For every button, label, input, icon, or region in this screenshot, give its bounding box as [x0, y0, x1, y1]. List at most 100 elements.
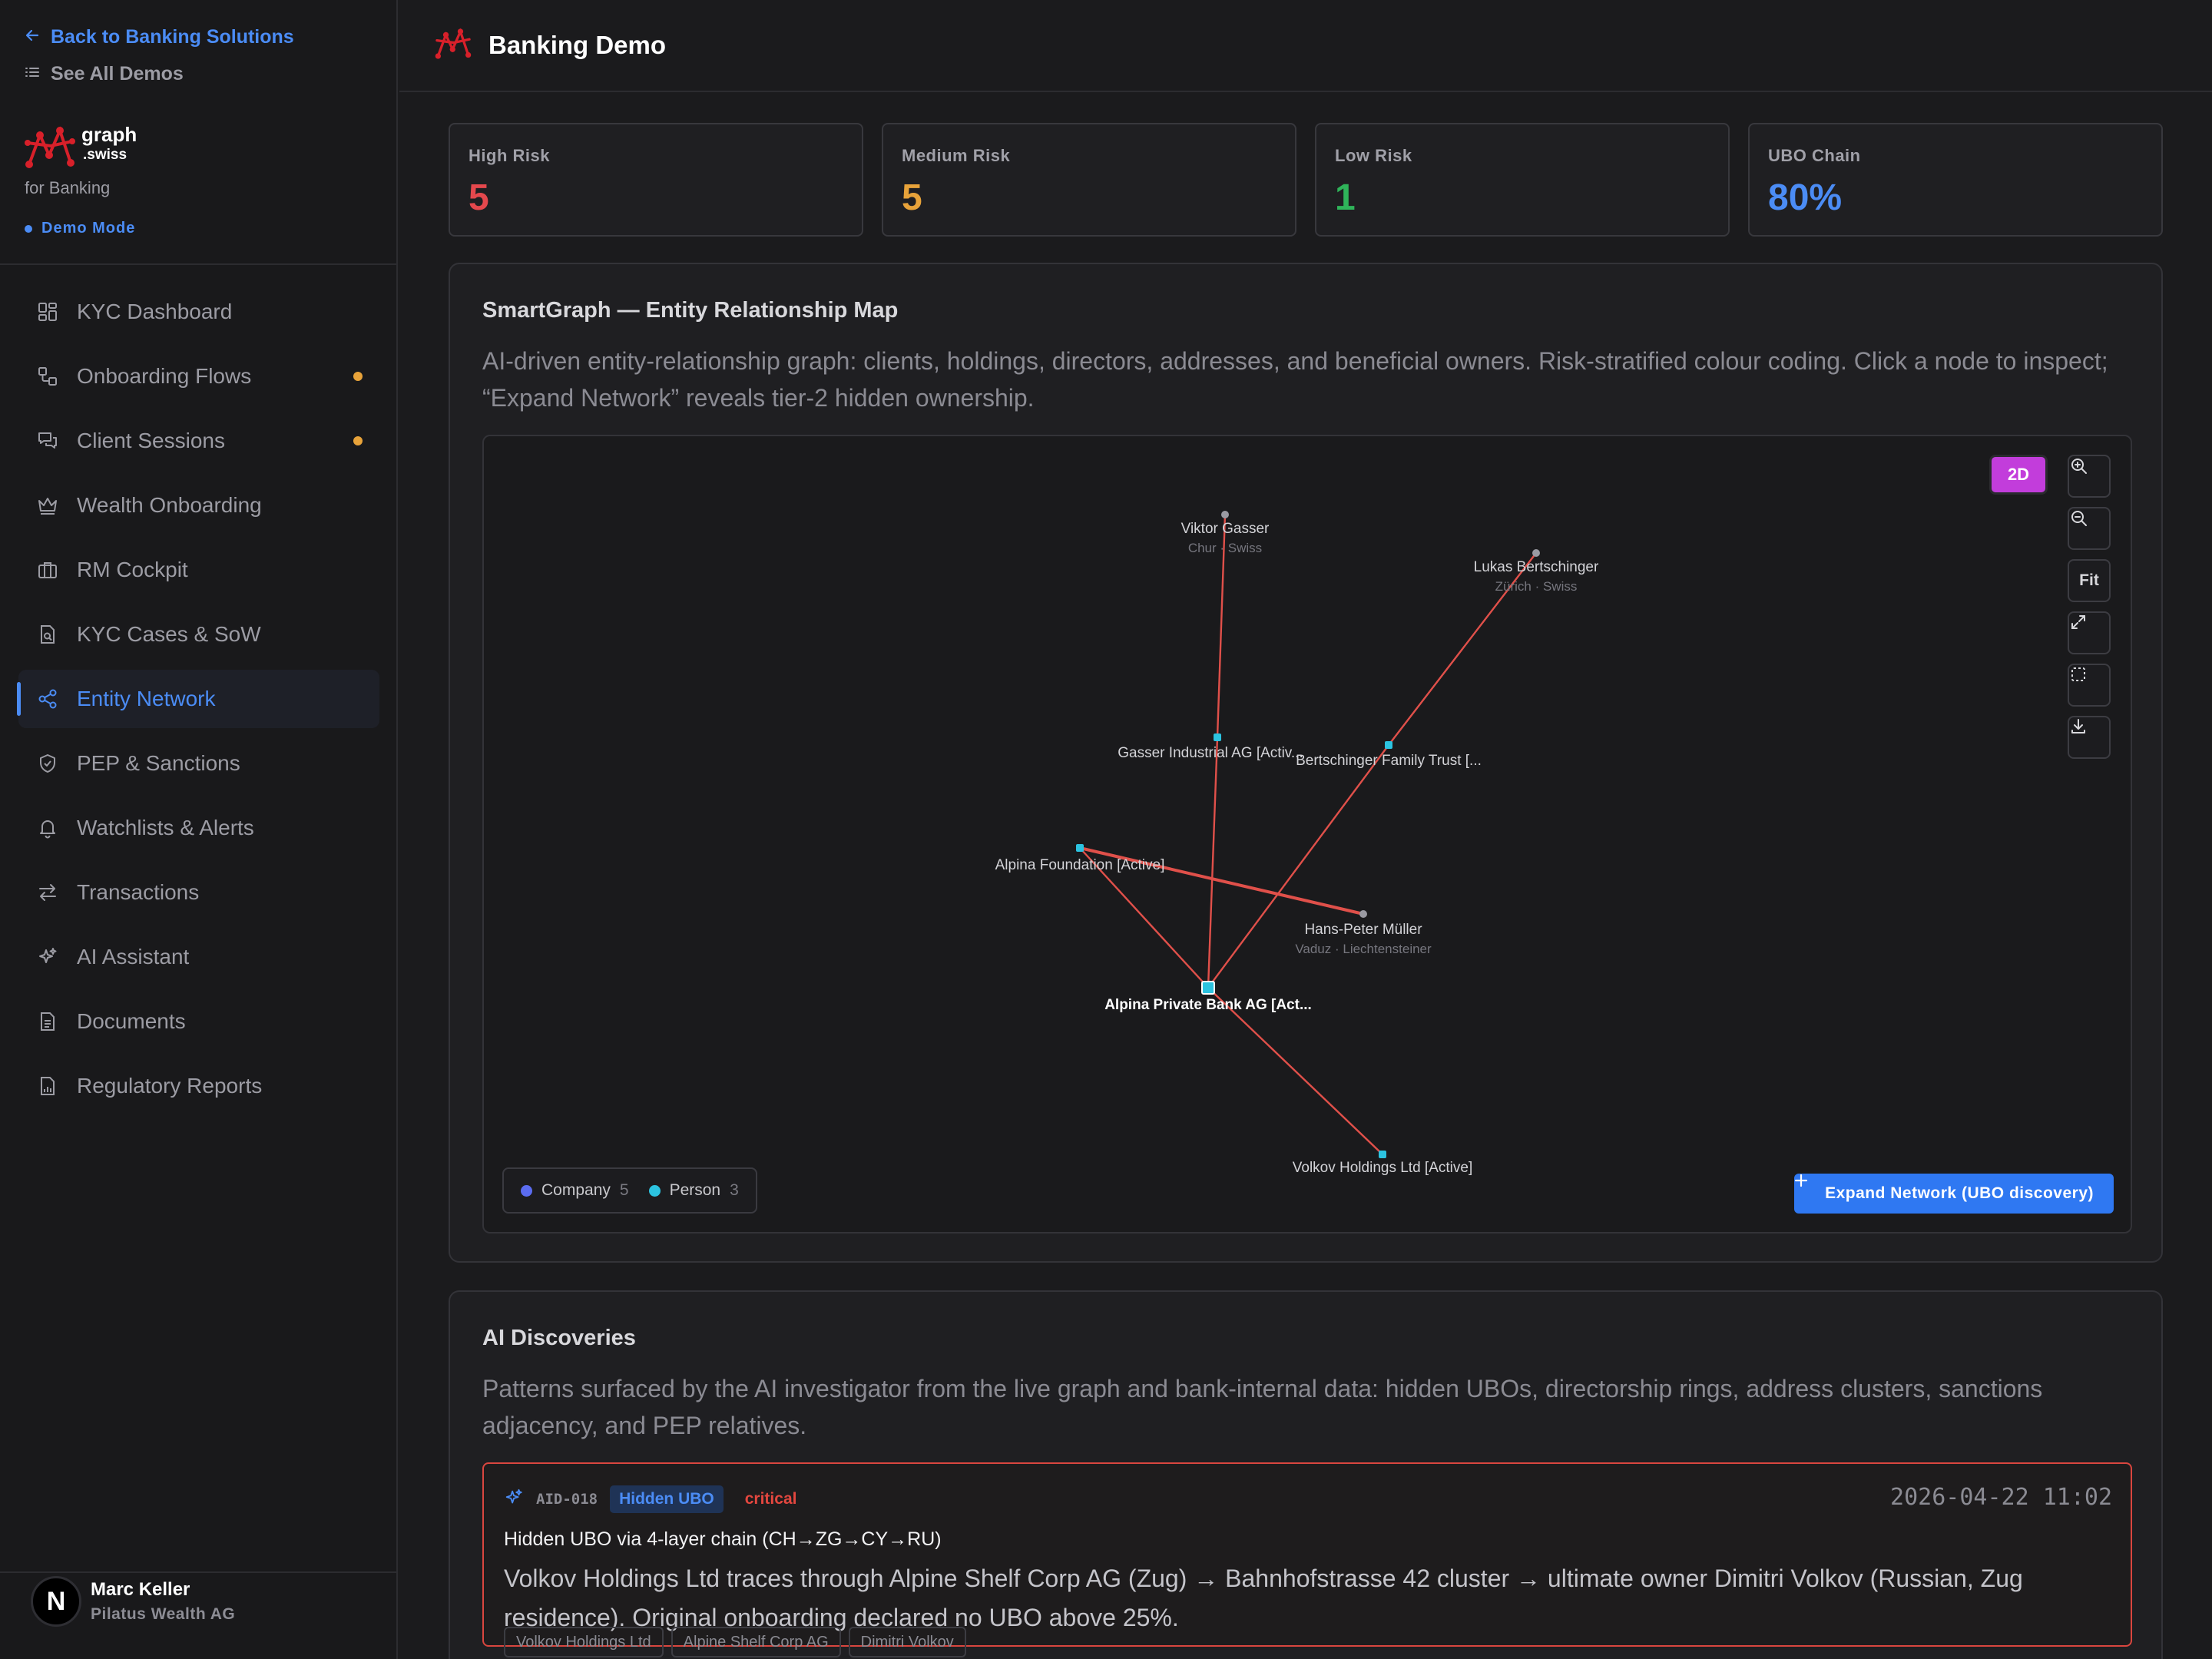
stat-label: Low Risk: [1335, 146, 1412, 165]
smartgraph-panel: SmartGraph — Entity Relationship Map AI-…: [449, 263, 2163, 1263]
node-label: Volkov Holdings Ltd [Active]: [1292, 1160, 1473, 1176]
sidebar-item-kyc-dashboard[interactable]: KYC Dashboard: [18, 283, 379, 341]
graph-edges-svg: [1076, 511, 1540, 1158]
sidebar-item-label: Wealth Onboarding: [77, 493, 262, 517]
sidebar-item-label: AI Assistant: [77, 945, 190, 969]
entity-chip[interactable]: Dimitri Volkov: [848, 1627, 966, 1657]
user-name: Marc Keller: [91, 1579, 190, 1600]
sidebar-item-label: Transactions: [77, 880, 200, 904]
select-area-button[interactable]: [2068, 664, 2111, 707]
graph-node-bertschinger-trust[interactable]: [1385, 741, 1392, 749]
entity-chip[interactable]: Alpine Shelf Corp AG: [671, 1627, 841, 1657]
sidebar-item-entity-network[interactable]: Entity Network: [17, 670, 379, 728]
graph-node-hans-peter-mueller[interactable]: [1359, 910, 1367, 918]
sidebar-item-ai-assistant[interactable]: AI Assistant: [18, 928, 379, 986]
sidebar-divider: [0, 263, 398, 265]
stat-card-low-risk: Low Risk 1: [1315, 123, 1730, 237]
legend-item-person: Person 3: [648, 1181, 739, 1200]
discovery-type-badge: Hidden UBO: [610, 1485, 724, 1513]
crown-icon: [35, 493, 60, 518]
brand-line1: graph: [81, 123, 137, 146]
graph-legend: Company 5 Person 3: [502, 1167, 757, 1214]
discovery-card[interactable]: AID-018 Hidden UBO critical 2026-04-22 1…: [482, 1462, 2132, 1657]
fit-button[interactable]: Fit: [2068, 559, 2111, 602]
zoom-in-button[interactable]: [2068, 455, 2111, 498]
sidebar-item-watchlists[interactable]: Watchlists & Alerts: [18, 799, 379, 857]
back-to-banking-link[interactable]: Back to Banking Solutions: [25, 26, 294, 48]
sidebar-item-client-sessions[interactable]: Client Sessions: [18, 412, 379, 470]
sidebar-item-pep-sanctions[interactable]: PEP & Sanctions: [18, 734, 379, 793]
discovery-header: AID-018 Hidden UBO critical: [504, 1485, 796, 1513]
sidebar-item-label: Documents: [77, 1009, 186, 1033]
stat-label: Medium Risk: [902, 146, 1011, 165]
sidebar-nav: KYC Dashboard Onboarding Flows Client Se…: [17, 283, 379, 1121]
stat-value: 1: [1335, 177, 1356, 218]
smartgraph-title: SmartGraph — Entity Relationship Map: [482, 298, 899, 323]
discovery-body: Volkov Holdings Ltd traces through Alpin…: [504, 1565, 2023, 1631]
sidebar-item-rm-cockpit[interactable]: RM Cockpit: [18, 541, 379, 599]
download-button[interactable]: [2068, 716, 2111, 759]
graph-node-volkov-holdings[interactable]: [1379, 1151, 1386, 1158]
graph-node-gasser-industrial[interactable]: [1214, 733, 1221, 741]
see-all-demos-link[interactable]: See All Demos: [25, 63, 184, 85]
node-label: Hans-Peter Müller: [1304, 922, 1422, 938]
graph-node-alpina-private-bank[interactable]: [1201, 981, 1215, 995]
stat-value: 80%: [1768, 177, 1843, 218]
stat-card-high-risk: High Risk 5: [449, 123, 863, 237]
brand-name: graph .swiss: [81, 124, 137, 162]
brand-logo[interactable]: graph .swiss: [25, 124, 137, 174]
sidebar-item-wealth-onboarding[interactable]: Wealth Onboarding: [18, 476, 379, 535]
page-title: Banking Demo: [488, 31, 667, 59]
legend-label: Company: [541, 1181, 611, 1199]
sidebar-item-onboarding-flows[interactable]: Onboarding Flows: [18, 347, 379, 406]
notification-dot: [353, 436, 363, 445]
graph-edge: [1207, 737, 1219, 988]
legend-dot: [521, 1184, 532, 1197]
smartgraph-description: AI-driven entity-relationship graph: cli…: [482, 347, 2108, 412]
legend-count: 3: [730, 1181, 739, 1199]
expand-network-button[interactable]: Expand Network (UBO discovery): [1794, 1174, 2114, 1214]
sidebar-item-label: RM Cockpit: [77, 558, 188, 581]
stat-card-ubo-chain: UBO Chain 80%: [1748, 123, 2163, 237]
zoom-out-button[interactable]: [2068, 507, 2111, 550]
flow-icon: [35, 364, 60, 389]
sidebar-item-transactions[interactable]: Transactions: [18, 863, 379, 922]
briefcase-icon: [35, 558, 60, 582]
chat-icon: [35, 429, 60, 453]
graph-node-lukas-bertschinger[interactable]: [1532, 549, 1540, 557]
share-icon: [35, 687, 60, 711]
dashboard-icon: [35, 300, 60, 324]
entity-chip[interactable]: Volkov Holdings Ltd: [504, 1627, 664, 1657]
user-profile[interactable]: N Marc Keller Pilatus Wealth AG: [31, 1576, 235, 1627]
stat-label: High Risk: [469, 146, 550, 165]
brand-tagline: for Banking: [25, 178, 111, 197]
sidebar-item-label: Client Sessions: [77, 429, 225, 452]
graph-logo-icon: [25, 124, 75, 174]
fullscreen-button[interactable]: [2068, 611, 2111, 654]
mode-2d-button[interactable]: 2D: [1989, 455, 2048, 495]
notification-dot: [353, 372, 363, 381]
user-info: Marc Keller Pilatus Wealth AG: [91, 1579, 235, 1624]
sidebar-item-documents[interactable]: Documents: [18, 992, 379, 1051]
report-icon: [35, 1074, 60, 1098]
sidebar-item-kyc-cases[interactable]: KYC Cases & SoW: [18, 605, 379, 664]
sparkle-icon: [504, 1488, 524, 1512]
severity-badge: critical: [744, 1490, 797, 1508]
status-dot-icon: [25, 224, 32, 233]
graph-node-viktor-gasser[interactable]: [1221, 511, 1229, 518]
legend-dot: [648, 1184, 661, 1197]
legend-count: 5: [619, 1181, 629, 1199]
node-label: Gasser Industrial AG [Activ...: [1118, 745, 1303, 761]
arrow-left-icon: [25, 26, 40, 48]
node-label: Alpina Foundation [Active]: [995, 857, 1165, 873]
graph-node-alpina-foundation[interactable]: [1076, 844, 1084, 852]
stat-value: 5: [902, 177, 922, 218]
sidebar-item-regulatory-reports[interactable]: Regulatory Reports: [18, 1057, 379, 1115]
node-sublabel: Zürich · Swiss: [1495, 579, 1578, 594]
entity-graph-canvas[interactable]: Viktor Gasser Chur · Swiss Lukas Bertsch…: [482, 435, 2132, 1233]
stat-label: UBO Chain: [1768, 146, 1861, 165]
see-all-label: See All Demos: [51, 63, 184, 84]
node-label: Viktor Gasser: [1181, 521, 1270, 537]
node-sublabel: Chur · Swiss: [1187, 541, 1263, 555]
node-label: Bertschinger Family Trust [...: [1296, 753, 1482, 769]
